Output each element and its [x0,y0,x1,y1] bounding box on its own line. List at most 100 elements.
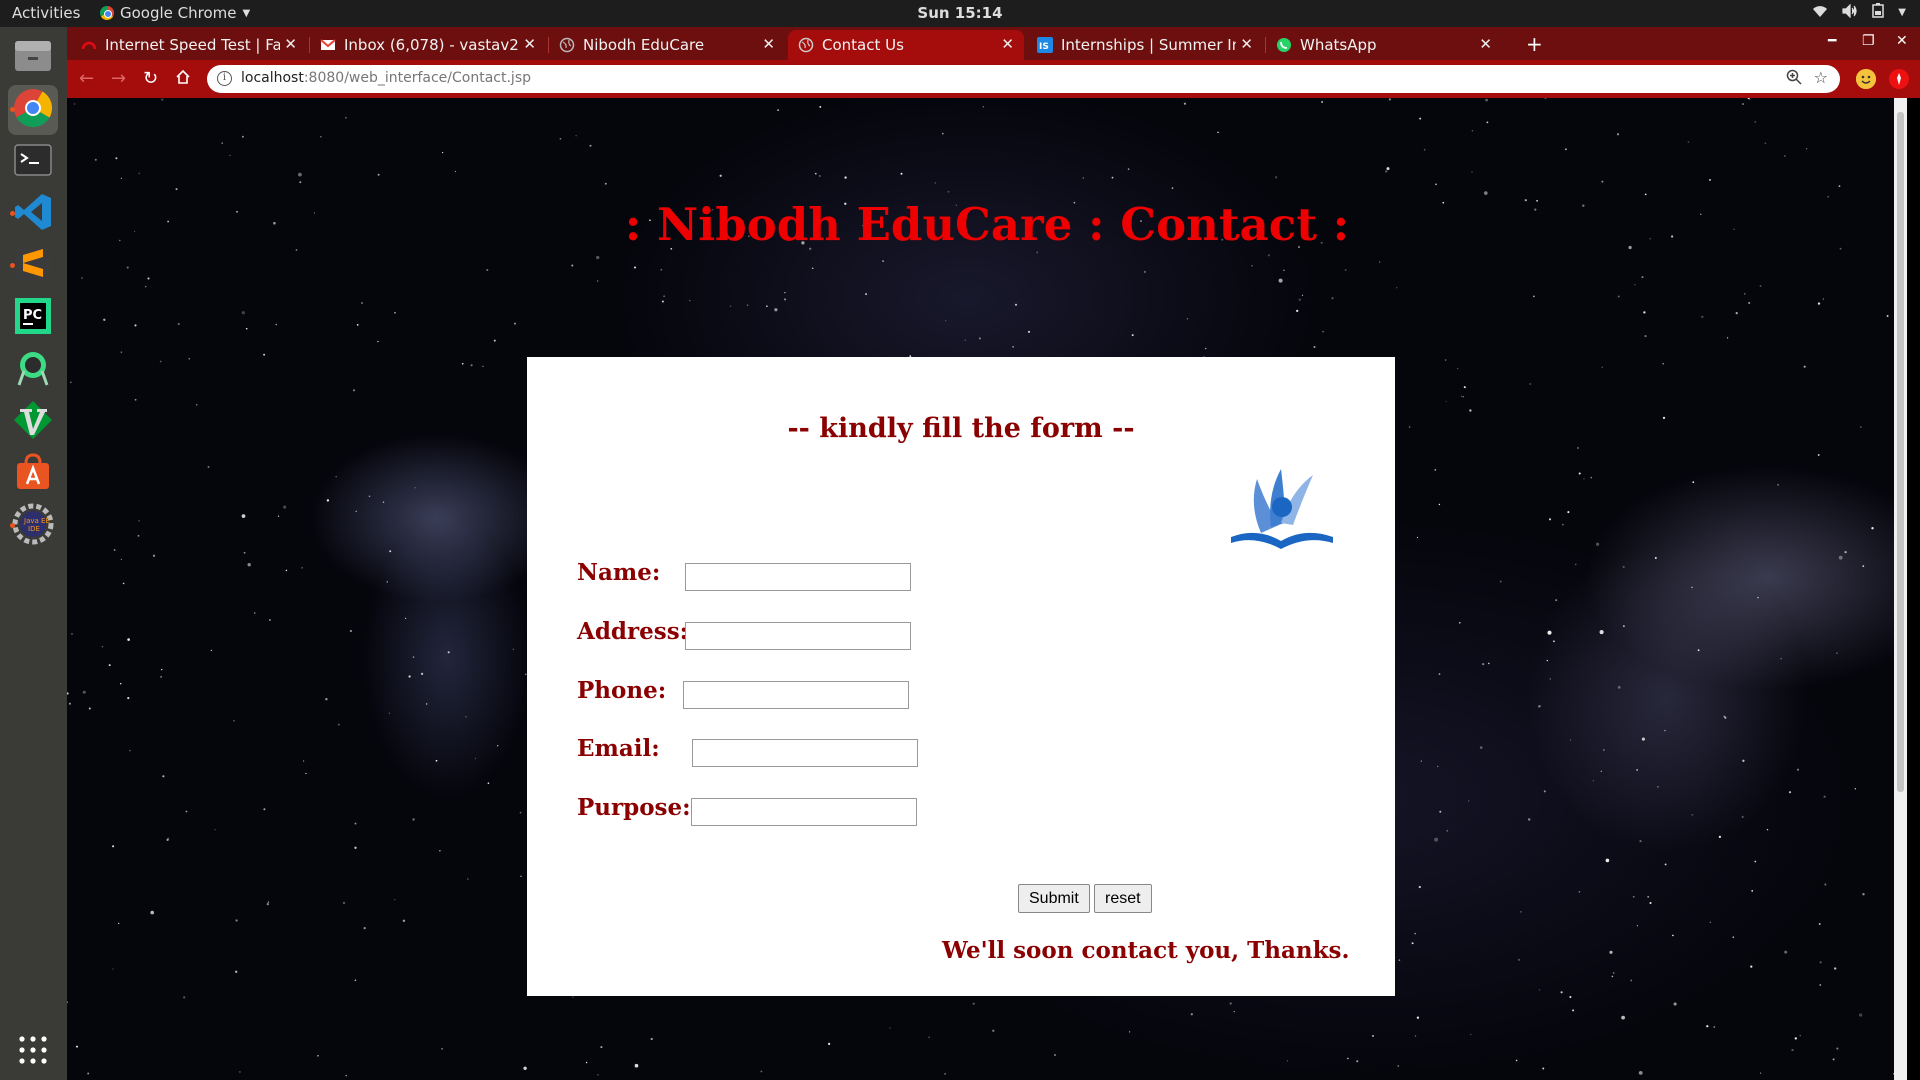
close-icon[interactable]: ✕ [1479,35,1492,53]
files-icon [12,35,54,81]
vim-icon [12,399,54,445]
reset-button[interactable]: reset [1094,884,1152,913]
name-input[interactable] [685,563,911,591]
close-icon[interactable]: ✕ [284,35,297,53]
tab-title: Nibodh EduCare [583,36,705,54]
dock-sublime[interactable] [8,241,58,291]
running-indicator [10,263,15,268]
zoom-icon[interactable] [1786,69,1802,89]
running-indicator [10,523,15,528]
fast-icon [81,37,97,53]
tab-strip: Internet Speed Test | Fast.com ✕ Inbox (… [67,27,1920,60]
bookmark-star-icon[interactable]: ☆ [1814,68,1828,87]
reload-icon[interactable]: ↻ [143,68,158,89]
svg-text:IS: IS [1039,42,1049,52]
tab-title: WhatsApp [1300,36,1377,54]
phone-label: Phone: [577,677,667,704]
tab-title: Inbox (6,078) - vastav2087 [344,36,519,54]
tab-whatsapp[interactable]: WhatsApp ✕ [1266,30,1502,60]
tab-internships[interactable]: IS Internships | Summer Internships ✕ [1027,30,1263,60]
dock-vscode[interactable] [8,189,58,239]
tab-fast[interactable]: Internet Speed Test | Fast.com ✕ [71,30,307,60]
thanks-message: We'll soon contact you, Thanks. [942,937,1350,964]
pycharm-icon: PC [12,295,54,341]
tab-title: Internet Speed Test | Fast.com [105,36,280,54]
form-title: -- kindly fill the form -- [787,413,1135,444]
show-applications-button[interactable] [8,1027,58,1077]
site-info-icon[interactable]: i [217,71,232,86]
battery-icon [1872,3,1885,22]
caret-down-icon: ▼ [242,7,251,19]
address-bar[interactable]: i localhost:8080/web_interface/Contact.j… [207,65,1840,93]
home-icon[interactable] [175,69,191,90]
whatsapp-icon [1276,37,1292,53]
globe-icon [798,37,814,53]
close-icon[interactable]: ✕ [1240,35,1253,53]
profile-avatar[interactable] [1856,69,1876,89]
submit-button[interactable]: Submit [1018,884,1090,913]
dock-chrome[interactable] [8,85,58,135]
close-icon[interactable]: ✕ [1001,35,1014,53]
address-input[interactable] [685,622,911,650]
url-host: localhost [241,70,304,86]
browser-toolbar: ← → ↻ i localhost:8080/web_interface/Con… [67,60,1920,98]
wifi-icon [1812,4,1828,22]
nibodh-logo-icon [1227,445,1335,553]
restore-icon[interactable]: ❐ [1862,33,1875,49]
tab-inbox[interactable]: Inbox (6,078) - vastav2087 ✕ [310,30,546,60]
android-studio-icon [12,347,54,393]
clock[interactable]: Sun 15:14 [0,4,1920,22]
chrome-icon [12,87,54,133]
new-tab-button[interactable]: + [1526,32,1543,56]
svg-text:Java EE: Java EE [23,517,50,525]
close-icon[interactable]: ✕ [523,35,536,53]
phone-input[interactable] [683,681,909,709]
forward-icon[interactable]: → [111,68,126,89]
dock-android-studio[interactable] [8,345,58,395]
system-tray[interactable]: ▼ [1812,3,1906,22]
dock-files[interactable] [8,33,58,83]
close-window-icon[interactable]: ✕ [1896,33,1908,49]
sublime-text-icon [12,243,54,289]
globe-icon [559,37,575,53]
scrollbar-thumb[interactable] [1897,112,1904,792]
gmail-icon [320,37,336,53]
extension-icon[interactable] [1889,69,1909,89]
tab-nibodh-educare[interactable]: Nibodh EduCare ✕ [549,30,785,60]
software-center-icon [12,451,54,497]
dock-software[interactable] [8,449,58,499]
purpose-input[interactable] [691,798,917,826]
app-menu[interactable]: Google Chrome ▼ [100,4,250,22]
minimize-icon[interactable]: ━ [1828,33,1836,49]
java-ee-ide-icon: Java EE IDE [12,503,54,549]
activities-button[interactable]: Activities [12,4,80,22]
dock-java-ee-ide[interactable]: Java EE IDE [8,501,58,551]
chrome-app-icon [100,6,114,20]
terminal-icon [12,139,54,185]
internshala-icon: IS [1037,37,1053,53]
page-viewport: : Nibodh EduCare : Contact : -- kindly f… [67,98,1907,1080]
tab-title: Internships | Summer Internships [1061,36,1236,54]
vscode-icon [12,191,54,237]
back-icon[interactable]: ← [79,68,94,89]
purpose-label: Purpose: [577,794,691,821]
name-label: Name: [577,559,661,586]
dock: PC Java EE IDE [0,27,67,1080]
dock-pycharm[interactable]: PC [8,293,58,343]
volume-icon [1842,3,1858,22]
svg-text:PC: PC [23,308,42,323]
running-indicator [10,211,15,216]
url-path: :8080/web_interface/Contact.jsp [303,70,532,86]
tab-contact-us[interactable]: Contact Us ✕ [788,30,1024,60]
close-icon[interactable]: ✕ [762,35,775,53]
running-indicator [10,107,15,112]
caret-down-icon: ▼ [1898,7,1906,18]
email-input[interactable] [692,739,918,767]
page-title: : Nibodh EduCare : Contact : [624,198,1350,251]
dock-terminal[interactable] [8,137,58,187]
address-label: Address: [577,618,689,645]
email-label: Email: [577,735,660,762]
page-scrollbar[interactable] [1894,98,1907,1080]
url-text: localhost:8080/web_interface/Contact.jsp [241,70,531,86]
dock-vim[interactable] [8,397,58,447]
